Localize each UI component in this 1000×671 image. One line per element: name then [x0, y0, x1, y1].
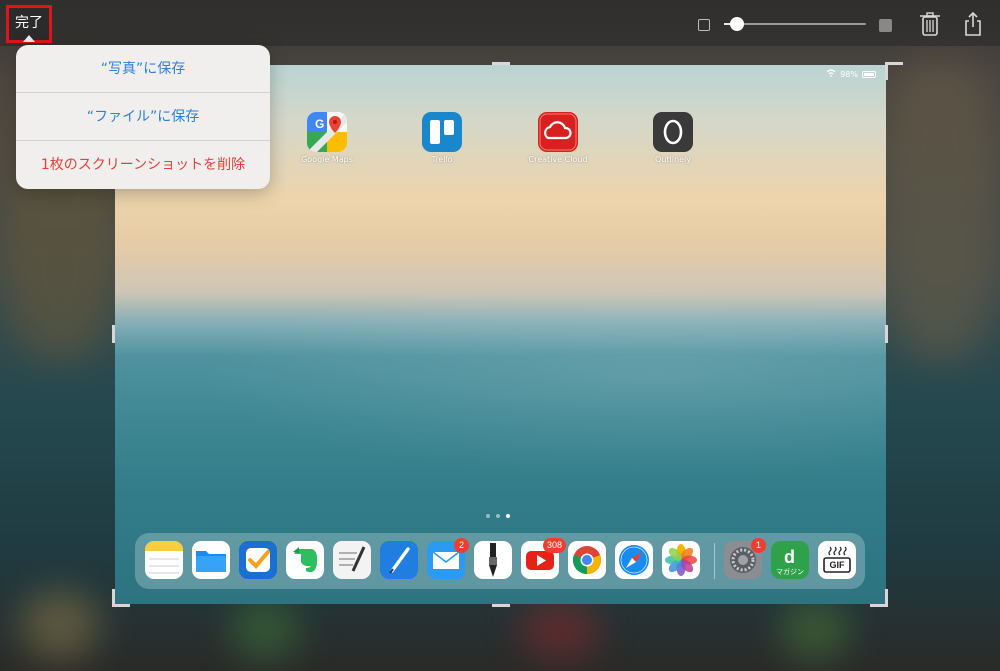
- svg-text:d: d: [784, 547, 795, 567]
- creative-cloud-icon: [538, 112, 578, 152]
- status-bar: 98%: [826, 69, 876, 79]
- app-icon-text: GIF: [829, 560, 845, 570]
- save-to-files-button[interactable]: “ファイル”に保存: [16, 93, 270, 141]
- mail-icon[interactable]: 2: [427, 538, 469, 579]
- crop-handle-bottom[interactable]: [492, 604, 510, 607]
- opacity-slider[interactable]: [724, 16, 866, 32]
- markup-toolbar: 完了: [0, 0, 1000, 46]
- app-trello[interactable]: Trello: [407, 112, 477, 164]
- delete-screenshot-button[interactable]: 1枚のスクリーンショットを削除: [16, 141, 270, 189]
- app-label: Creative Cloud: [528, 155, 588, 164]
- app-label: Trello: [431, 155, 453, 164]
- dock: 2 308 1 d マガジン GIF: [135, 533, 865, 589]
- gif-app-icon[interactable]: GIF: [818, 541, 856, 579]
- trello-icon: [422, 112, 462, 152]
- pen-nib-app-icon[interactable]: [474, 541, 512, 579]
- background-blur: [880, 60, 1000, 360]
- pen-app-icon[interactable]: [380, 541, 418, 579]
- share-icon[interactable]: [960, 10, 986, 38]
- chrome-icon[interactable]: [568, 541, 606, 579]
- notification-badge: 1: [751, 538, 766, 553]
- battery-percent: 98%: [840, 69, 858, 79]
- checkbox-icon[interactable]: [698, 19, 710, 31]
- evernote-icon[interactable]: [286, 541, 324, 579]
- background-blur: [780, 600, 850, 660]
- notification-badge: 2: [454, 538, 469, 553]
- background-blur: [230, 600, 300, 660]
- background-blur: [520, 600, 600, 660]
- crop-handle-top-right[interactable]: [885, 62, 888, 80]
- d-magazine-icon[interactable]: d マガジン: [771, 541, 809, 579]
- notification-badge: 308: [543, 538, 567, 553]
- slider-track: [724, 23, 866, 25]
- popover-arrow: [23, 35, 35, 42]
- background-blur: [20, 590, 100, 660]
- safari-icon[interactable]: [615, 541, 653, 579]
- page-dot: [496, 514, 500, 518]
- crop-handle-right[interactable]: [885, 325, 888, 343]
- app-creative-cloud[interactable]: Creative Cloud: [523, 112, 593, 164]
- sea-background: [115, 295, 886, 495]
- page-dot: [486, 514, 490, 518]
- files-icon[interactable]: [192, 541, 230, 579]
- photos-icon[interactable]: [662, 541, 700, 579]
- app-label: Outlinely: [655, 155, 691, 164]
- app-label: Google Maps: [301, 155, 353, 164]
- omnifocus-icon[interactable]: [239, 541, 277, 579]
- editorial-icon[interactable]: [333, 541, 371, 579]
- outlinely-icon: [653, 112, 693, 152]
- trash-icon[interactable]: [917, 10, 943, 38]
- crop-handle-bottom-left[interactable]: [112, 604, 130, 607]
- done-popover-menu: “写真”に保存 “ファイル”に保存 1枚のスクリーンショットを削除: [16, 45, 270, 189]
- square-filled-icon: [879, 19, 892, 32]
- svg-text:G: G: [315, 117, 324, 131]
- app-icon-text: マガジン: [776, 568, 804, 576]
- notes-icon[interactable]: [145, 541, 183, 579]
- app-outlinely[interactable]: Outlinely: [638, 112, 708, 164]
- page-indicator: [486, 514, 510, 518]
- settings-icon[interactable]: 1: [724, 538, 766, 579]
- crop-handle-left[interactable]: [112, 325, 115, 343]
- app-google-maps[interactable]: G Google Maps: [292, 112, 362, 164]
- google-maps-icon: G: [307, 112, 347, 152]
- slider-knob[interactable]: [730, 17, 744, 31]
- crop-handle-top[interactable]: [492, 62, 510, 65]
- page-dot-current: [506, 514, 510, 518]
- wifi-icon: [826, 69, 836, 79]
- battery-icon: [862, 70, 876, 78]
- crop-handle-bottom-right[interactable]: [885, 589, 888, 607]
- dock-separator: [714, 543, 715, 579]
- youtube-icon[interactable]: 308: [521, 538, 567, 579]
- save-to-photos-button[interactable]: “写真”に保存: [16, 45, 270, 93]
